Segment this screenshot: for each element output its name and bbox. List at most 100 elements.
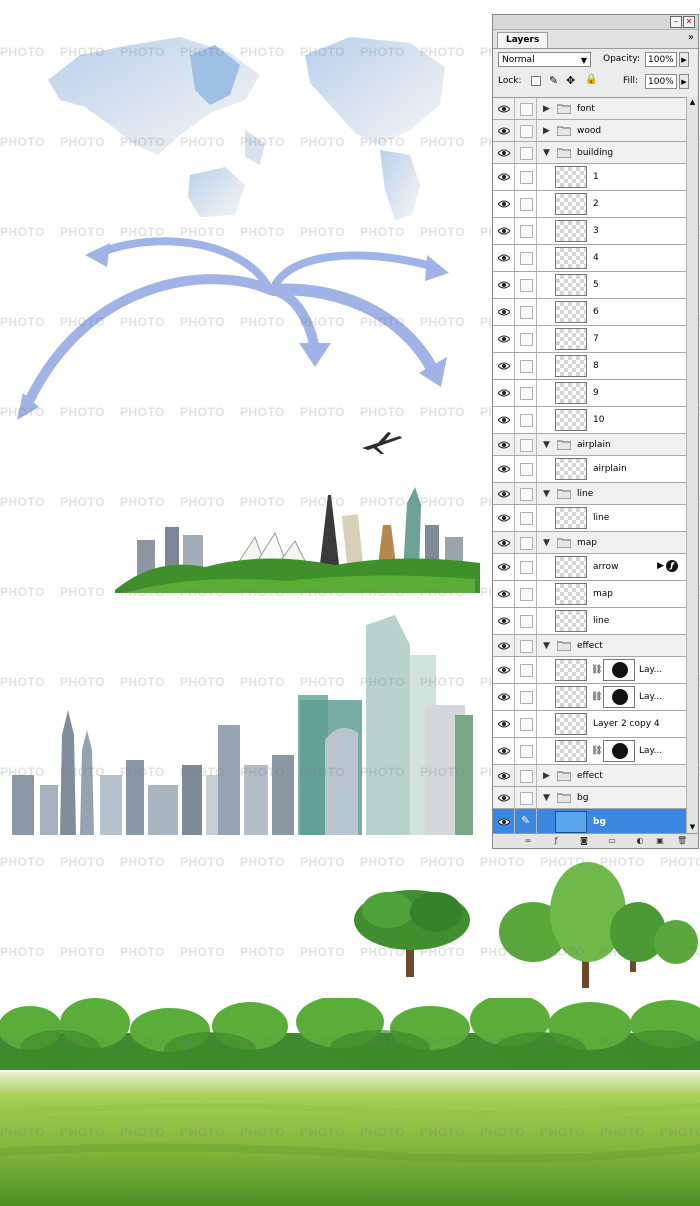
layer-row[interactable]: 6 bbox=[493, 299, 686, 326]
layer-group-row[interactable]: ▼ building bbox=[493, 142, 686, 164]
chevron-down-icon[interactable]: ▼ bbox=[543, 489, 550, 499]
layer-row[interactable]: 7 bbox=[493, 326, 686, 353]
layer-link-slot[interactable] bbox=[515, 245, 537, 271]
visibility-eye-icon[interactable] bbox=[493, 218, 515, 244]
chevron-right-icon[interactable]: ▶ bbox=[543, 126, 550, 136]
layer-link-slot[interactable] bbox=[515, 434, 537, 455]
visibility-eye-icon[interactable] bbox=[493, 684, 515, 710]
layer-link-slot[interactable] bbox=[515, 635, 537, 656]
scroll-up-icon[interactable]: ▲ bbox=[687, 97, 698, 108]
lock-transparency-icon[interactable] bbox=[531, 76, 541, 86]
layers-scrollbar[interactable]: ▲ ▼ bbox=[686, 97, 698, 833]
visibility-eye-icon[interactable] bbox=[493, 787, 515, 808]
layer-row[interactable]: 3 bbox=[493, 218, 686, 245]
layer-row[interactable]: line bbox=[493, 608, 686, 635]
layer-row[interactable]: 2 bbox=[493, 191, 686, 218]
mask-link-icon[interactable]: ⛓ bbox=[591, 692, 602, 702]
layer-link-slot[interactable] bbox=[515, 407, 537, 433]
layer-link-slot[interactable] bbox=[515, 787, 537, 808]
layer-row[interactable]: 4 bbox=[493, 245, 686, 272]
chevron-down-icon[interactable]: ▼ bbox=[543, 641, 550, 651]
layer-group-row[interactable]: ▼ effect bbox=[493, 635, 686, 657]
layer-link-slot[interactable] bbox=[515, 142, 537, 163]
layer-row[interactable]: 9 bbox=[493, 380, 686, 407]
visibility-eye-icon[interactable] bbox=[493, 191, 515, 217]
layer-link-slot[interactable] bbox=[515, 738, 537, 764]
layer-link-slot[interactable] bbox=[515, 505, 537, 531]
visibility-eye-icon[interactable] bbox=[493, 505, 515, 531]
visibility-eye-icon[interactable] bbox=[493, 608, 515, 634]
layer-group-row[interactable]: ▼ bg bbox=[493, 787, 686, 809]
layer-link-slot[interactable] bbox=[515, 120, 537, 141]
visibility-eye-icon[interactable] bbox=[493, 407, 515, 433]
effects-expand-icon[interactable]: ▶ bbox=[657, 561, 664, 571]
layer-row[interactable]: line bbox=[493, 505, 686, 532]
layer-link-slot[interactable] bbox=[515, 711, 537, 737]
close-icon[interactable]: ✕ bbox=[683, 16, 695, 28]
adjustment-layer-icon[interactable]: ◐ bbox=[635, 836, 645, 846]
layer-row[interactable]: 10 bbox=[493, 407, 686, 434]
layer-link-slot[interactable] bbox=[515, 380, 537, 406]
fill-field[interactable]: 100% bbox=[645, 74, 677, 89]
visibility-eye-icon[interactable] bbox=[493, 245, 515, 271]
visibility-eye-icon[interactable] bbox=[493, 711, 515, 737]
layer-row[interactable]: map bbox=[493, 581, 686, 608]
visibility-eye-icon[interactable] bbox=[493, 380, 515, 406]
layer-group-row[interactable]: ▼ line bbox=[493, 483, 686, 505]
layer-effects-icon[interactable]: ƒ bbox=[666, 560, 678, 572]
fill-slider-button[interactable]: ▶ bbox=[679, 74, 689, 89]
layer-mask-thumbnail[interactable] bbox=[603, 686, 635, 708]
layer-link-slot[interactable] bbox=[515, 532, 537, 553]
mask-link-icon[interactable]: ⛓ bbox=[591, 665, 602, 675]
layer-link-slot[interactable] bbox=[515, 657, 537, 683]
layer-row[interactable]: airplain bbox=[493, 456, 686, 483]
layer-link-slot[interactable] bbox=[515, 98, 537, 119]
layer-link-slot[interactable] bbox=[515, 483, 537, 504]
minimize-icon[interactable]: – bbox=[670, 16, 682, 28]
layer-group-row[interactable]: ▶ effect bbox=[493, 765, 686, 787]
layer-row[interactable]: 1 bbox=[493, 164, 686, 191]
chevron-right-icon[interactable]: ▶ bbox=[543, 771, 550, 781]
new-layer-icon[interactable]: ▣ bbox=[655, 836, 665, 846]
visibility-eye-icon[interactable] bbox=[493, 554, 515, 580]
layer-mask-thumbnail[interactable] bbox=[603, 659, 635, 681]
brush-icon[interactable]: ✎ bbox=[515, 809, 537, 834]
layer-row[interactable]: arrow ▶ ƒ bbox=[493, 554, 686, 581]
lock-move-icon[interactable]: ✥ bbox=[566, 74, 575, 87]
layer-link-slot[interactable] bbox=[515, 608, 537, 634]
layer-group-row[interactable]: ▼ map bbox=[493, 532, 686, 554]
layer-link-slot[interactable] bbox=[515, 299, 537, 325]
chevron-down-icon[interactable]: ▼ bbox=[543, 538, 550, 548]
visibility-eye-icon[interactable] bbox=[493, 326, 515, 352]
visibility-eye-icon[interactable] bbox=[493, 98, 515, 119]
layer-mask-thumbnail[interactable] bbox=[603, 740, 635, 762]
chevron-down-icon[interactable]: ▼ bbox=[543, 440, 550, 450]
visibility-eye-icon[interactable] bbox=[493, 353, 515, 379]
layer-link-slot[interactable] bbox=[515, 684, 537, 710]
visibility-eye-icon[interactable] bbox=[493, 532, 515, 553]
add-style-icon[interactable]: ƒ bbox=[551, 836, 561, 846]
layer-row[interactable]: ⛓ Lay... bbox=[493, 657, 686, 684]
layer-row[interactable]: 5 bbox=[493, 272, 686, 299]
layer-link-slot[interactable] bbox=[515, 456, 537, 482]
visibility-eye-icon[interactable] bbox=[493, 581, 515, 607]
chevron-down-icon[interactable]: ▼ bbox=[543, 793, 550, 803]
visibility-eye-icon[interactable] bbox=[493, 272, 515, 298]
layer-group-row[interactable]: ▼ airplain bbox=[493, 434, 686, 456]
layer-link-slot[interactable] bbox=[515, 164, 537, 190]
visibility-eye-icon[interactable] bbox=[493, 434, 515, 455]
visibility-eye-icon[interactable] bbox=[493, 809, 515, 834]
layer-row[interactable]: ✎ bg bbox=[493, 809, 686, 834]
visibility-eye-icon[interactable] bbox=[493, 738, 515, 764]
visibility-eye-icon[interactable] bbox=[493, 120, 515, 141]
layer-group-row[interactable]: ▶ font bbox=[493, 98, 686, 120]
lock-all-icon[interactable]: 🔒 bbox=[585, 74, 597, 85]
blend-mode-select[interactable]: Normal ▼ bbox=[498, 52, 591, 67]
layer-group-row[interactable]: ▶ wood bbox=[493, 120, 686, 142]
layer-link-slot[interactable] bbox=[515, 765, 537, 786]
panel-menu-icon[interactable]: » bbox=[688, 32, 694, 43]
visibility-eye-icon[interactable] bbox=[493, 164, 515, 190]
opacity-slider-button[interactable]: ▶ bbox=[679, 52, 689, 67]
layer-row[interactable]: Layer 2 copy 4 bbox=[493, 711, 686, 738]
delete-layer-icon[interactable]: 🗑 bbox=[677, 836, 687, 846]
